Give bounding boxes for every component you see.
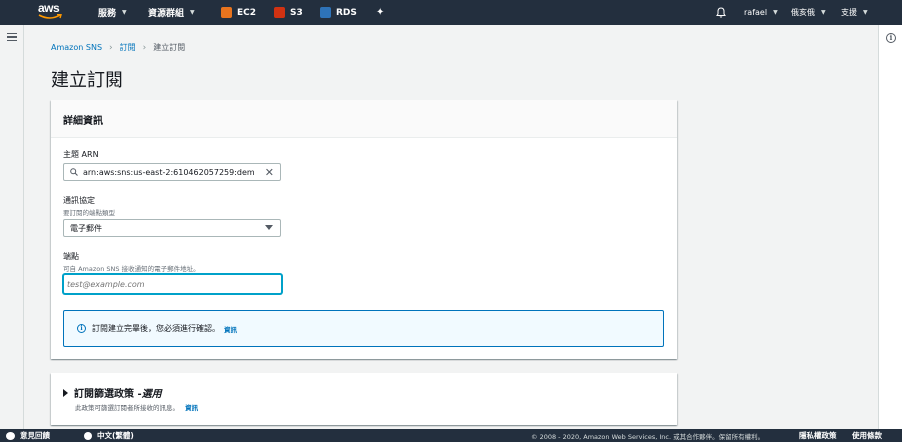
pinned-ec2-label: EC2 <box>237 7 257 18</box>
protocol-select[interactable]: 電子郵件 <box>63 219 281 237</box>
chevron-down-icon: ▼ <box>863 9 868 16</box>
chevron-down-icon: ▼ <box>122 9 127 16</box>
right-sidebar: i <box>878 25 902 429</box>
filter-policy-title: 訂閱篩選政策 - <box>74 389 142 400</box>
protocol-selected-value: 電子郵件 <box>70 223 102 233</box>
s3-icon <box>274 7 285 18</box>
pinned-s3[interactable]: S3 <box>274 0 303 25</box>
services-label: 服務 <box>98 9 117 19</box>
aws-logo-text: aws <box>38 1 60 15</box>
feedback-label: 意見回饋 <box>20 431 50 440</box>
feedback-button[interactable]: 意見回饋 <box>6 429 50 442</box>
caret-down-icon <box>265 225 273 230</box>
details-panel-header: 詳細資訊 <box>51 100 677 138</box>
user-menu[interactable]: rafael ▼ <box>744 0 778 25</box>
language-label: 中文(繁體) <box>97 431 134 440</box>
protocol-label: 通訊協定 <box>63 196 95 205</box>
region-label: 俄亥俄 <box>791 8 815 17</box>
protocol-description: 要訂閱的端點類型 <box>63 209 115 217</box>
region-menu[interactable]: 俄亥俄 ▼ <box>791 0 826 25</box>
info-icon: i <box>77 324 86 333</box>
privacy-policy-link[interactable]: 隱私權政策 <box>799 429 837 442</box>
topic-arn-label: 主題 ARN <box>63 150 99 159</box>
search-icon <box>70 168 78 176</box>
filter-policy-optional: 選用 <box>141 389 162 400</box>
filter-policy-description: 此政策可篩選訂閱者所接收的訊息。 資訊 <box>75 402 198 412</box>
endpoint-description: 可自 Amazon SNS 接收通知的電子郵件地址。 <box>63 265 200 273</box>
page-title: 建立訂閱 <box>51 70 123 91</box>
aws-smile-icon <box>38 14 62 19</box>
support-menu[interactable]: 支援 ▼ <box>841 0 868 25</box>
top-navigation-bar: aws 服務 ▼ 資源群組 ▼ EC2 S3 RDS ✦ rafael ▼ 俄亥… <box>0 0 902 25</box>
caret-right-icon <box>63 388 68 397</box>
copyright-text: © 2008 - 2020, Amazon Web Services, Inc.… <box>531 432 765 441</box>
topic-arn-value: arn:aws:sns:us-east-2:610462057259:demc <box>83 167 255 177</box>
pinned-ec2[interactable]: EC2 <box>221 0 256 25</box>
details-panel: 詳細資訊 主題 ARN arn:aws:sns:us-east-2:610462… <box>51 100 677 359</box>
pin-icon[interactable]: ✦ <box>376 0 384 25</box>
user-label: rafael <box>744 8 768 17</box>
notifications-bell[interactable] <box>716 0 726 25</box>
pinned-rds[interactable]: RDS <box>320 0 357 25</box>
info-icon[interactable]: i <box>886 33 896 43</box>
left-sidebar <box>0 25 24 429</box>
breadcrumb: Amazon SNS › 訂閱 › 建立訂閱 <box>51 42 185 53</box>
filter-policy-desc-text: 此政策可篩選訂閱者所接收的訊息。 <box>75 404 179 412</box>
filter-policy-info-link[interactable]: 資訊 <box>185 404 198 412</box>
confirmation-info-alert: i 訂閱建立完畢後，您必須進行確認。 資訊 <box>63 310 664 347</box>
breadcrumb-subscriptions[interactable]: 訂閱 <box>120 42 136 53</box>
bell-icon <box>716 7 726 18</box>
globe-icon <box>84 431 92 440</box>
topic-arn-input[interactable]: arn:aws:sns:us-east-2:610462057259:demc … <box>63 163 281 181</box>
support-label: 支援 <box>841 8 857 17</box>
rds-icon <box>320 7 331 18</box>
pinned-s3-label: S3 <box>290 7 303 18</box>
filter-policy-panel: 訂閱篩選政策 - 選用 此政策可篩選訂閱者所接收的訊息。 資訊 <box>51 373 677 425</box>
chevron-down-icon: ▼ <box>773 9 778 16</box>
pinned-rds-label: RDS <box>336 7 357 18</box>
filter-policy-expander[interactable]: 訂閱篩選政策 - 選用 <box>63 385 162 400</box>
language-selector[interactable]: 中文(繁體) <box>84 429 134 442</box>
ec2-icon <box>221 7 232 18</box>
aws-logo[interactable]: aws <box>38 2 64 22</box>
resource-groups-menu[interactable]: 資源群組 ▼ <box>148 0 195 25</box>
chevron-right-icon: › <box>109 42 113 53</box>
chevron-down-icon: ▼ <box>821 9 826 16</box>
breadcrumb-current: 建立訂閱 <box>153 43 186 52</box>
terms-of-use-link[interactable]: 使用條款 <box>852 429 882 442</box>
resource-groups-label: 資源群組 <box>148 9 185 19</box>
endpoint-input[interactable] <box>63 274 282 294</box>
hamburger-menu-icon[interactable] <box>7 33 17 42</box>
close-icon[interactable]: ✕ <box>265 167 274 178</box>
services-menu[interactable]: 服務 ▼ <box>98 0 127 25</box>
breadcrumb-amazon-sns[interactable]: Amazon SNS <box>51 43 102 52</box>
alert-info-link[interactable]: 資訊 <box>224 324 237 334</box>
chevron-right-icon: › <box>142 42 147 53</box>
footer: 意見回饋 中文(繁體) © 2008 - 2020, Amazon Web Se… <box>0 429 902 442</box>
alert-text: 訂閱建立完畢後，您必須進行確認。 <box>92 324 220 333</box>
chevron-down-icon: ▼ <box>190 9 195 16</box>
endpoint-label: 端點 <box>63 252 79 261</box>
chat-bubble-icon <box>6 431 15 440</box>
